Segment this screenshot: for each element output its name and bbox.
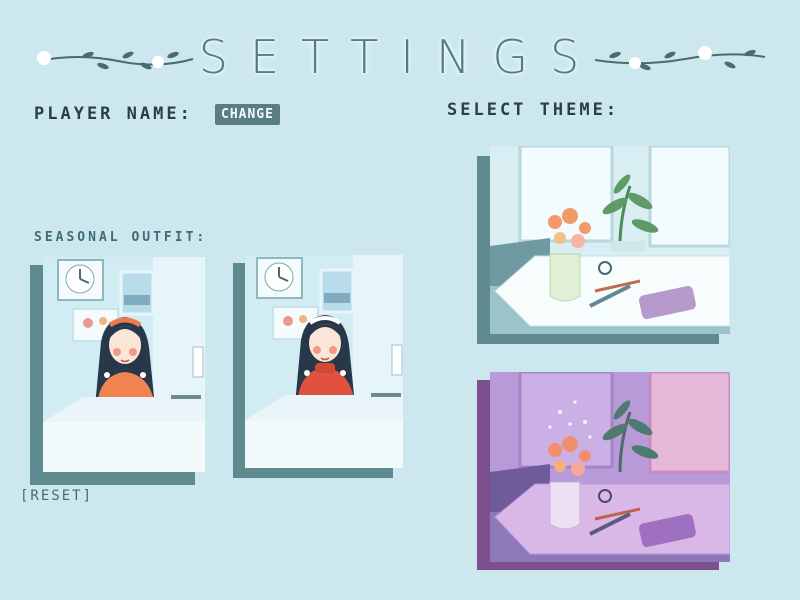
girl-red-sweater-illustration — [245, 255, 403, 468]
flower-table-purple-illustration — [490, 372, 730, 562]
seasonal-outfit-label: SEASONAL OUTFIT: — [34, 230, 208, 245]
outfit-option-red[interactable] — [245, 255, 403, 468]
change-name-button[interactable]: CHANGE — [215, 104, 280, 125]
page-title: SETTINGS — [198, 30, 602, 84]
select-theme-label: SELECT THEME: — [447, 100, 620, 120]
player-name-label: PLAYER NAME: — [34, 104, 193, 124]
reset-outfit-button[interactable]: [RESET] — [20, 488, 93, 504]
outfit-option-orange[interactable] — [43, 257, 205, 472]
theme-option-light[interactable] — [490, 146, 730, 334]
girl-orange-sweater-illustration — [43, 257, 205, 472]
flower-table-light-illustration — [490, 146, 730, 334]
theme-option-purple[interactable] — [490, 372, 730, 562]
